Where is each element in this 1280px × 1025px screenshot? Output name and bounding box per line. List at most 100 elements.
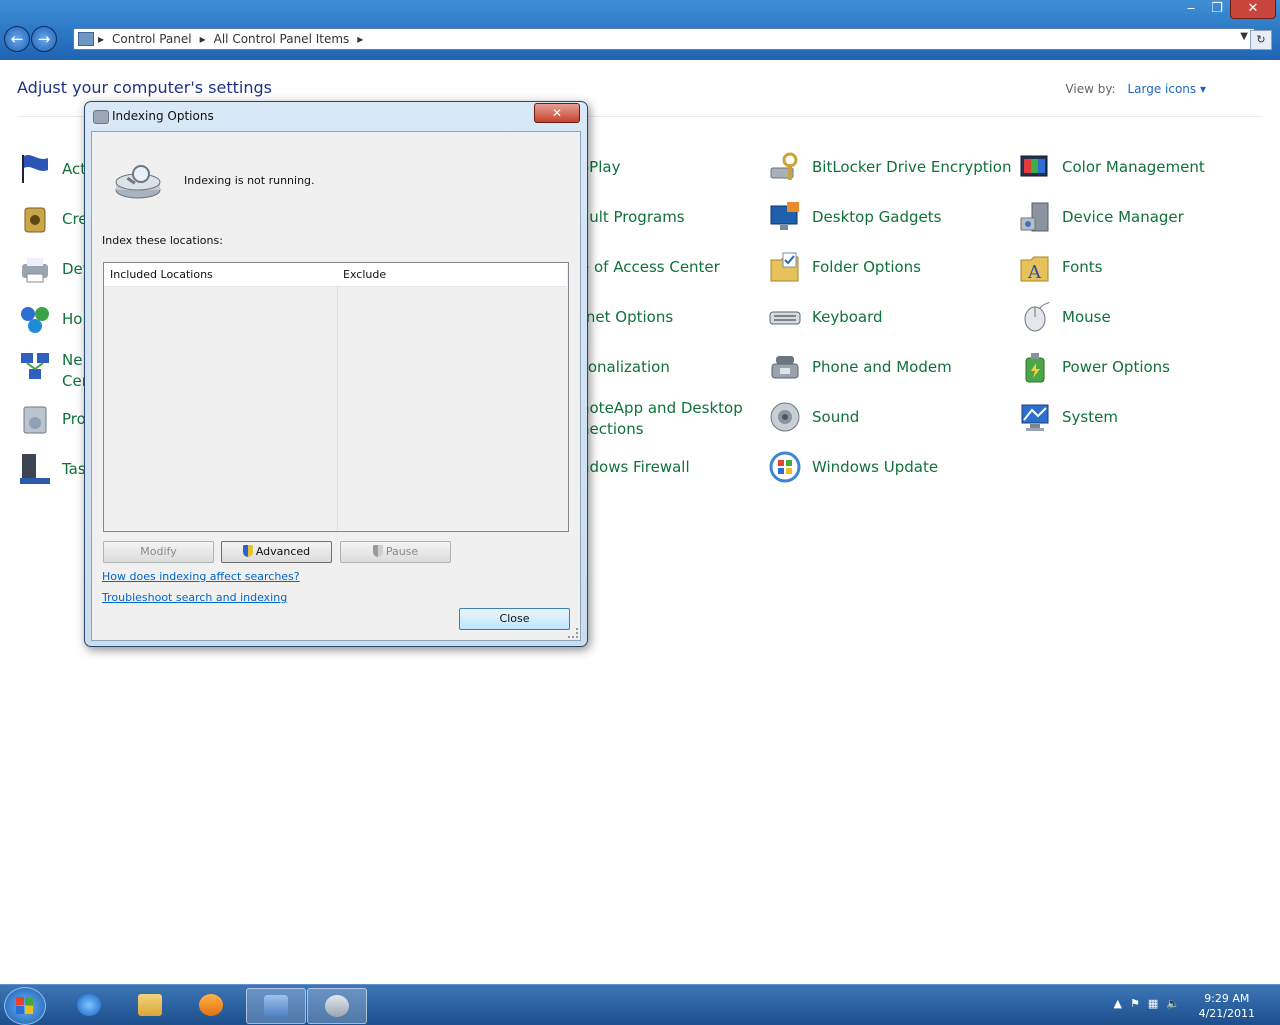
system-tray: ▲ ⚑ ▦ 🔈 [1114, 997, 1180, 1010]
control-panel-icon [264, 995, 288, 1017]
maximize-button[interactable]: ❐ [1204, 0, 1230, 18]
folder-options-icon [768, 250, 802, 284]
cp-item-default-programs[interactable]: ault Programs [580, 208, 685, 226]
credential-manager-icon [18, 202, 52, 236]
control-panel-icon [78, 32, 94, 46]
pause-button[interactable]: Pause [340, 541, 451, 563]
network-icon[interactable]: ▦ [1148, 997, 1158, 1010]
cp-item-desktop-gadgets[interactable]: Desktop Gadgets [768, 200, 941, 234]
cp-item-remoteapp[interactable]: noteApp and Desktop nections [580, 398, 743, 440]
back-arrow-icon[interactable]: ← [4, 26, 30, 52]
clock[interactable]: 9:29 AM 4/21/2011 [1199, 991, 1255, 1021]
dialog-body: Indexing is not running. Index these loc… [91, 131, 581, 641]
chevron-down-icon[interactable]: ▼ [1240, 31, 1248, 42]
mouse-icon [1018, 300, 1052, 334]
address-bar[interactable]: ▸ Control Panel ▸ All Control Panel Item… [73, 28, 1255, 50]
column-header-exclude[interactable]: Exclude [338, 263, 567, 287]
keyboard-icon [768, 300, 802, 334]
system-icon [1018, 400, 1052, 434]
breadcrumb-all-items[interactable]: All Control Panel Items [214, 32, 350, 46]
breadcrumb: ▸ Control Panel ▸ All Control Panel Item… [98, 32, 364, 46]
minimize-button[interactable]: ‒ [1178, 0, 1204, 18]
show-hidden-icons-icon[interactable]: ▲ [1114, 997, 1122, 1010]
taskbar-explorer[interactable] [121, 988, 179, 1022]
svg-text:A: A [1027, 262, 1042, 283]
action-center-flag-icon[interactable]: ⚑ [1130, 997, 1140, 1010]
bitlocker-icon [768, 150, 802, 184]
dialog-title: Indexing Options [112, 109, 214, 123]
taskbar-control-panel[interactable] [246, 988, 306, 1024]
cp-item-phone-modem[interactable]: Phone and Modem [768, 350, 952, 384]
sound-icon [768, 400, 802, 434]
cp-item-action-center[interactable]: Act [18, 152, 86, 186]
page-title: Adjust your computer's settings [17, 78, 272, 97]
homegroup-icon [18, 302, 52, 336]
forward-arrow-icon[interactable]: → [31, 26, 57, 52]
close-button[interactable]: Close [459, 608, 570, 630]
taskbar-media-player[interactable] [182, 988, 240, 1022]
taskbar-icon [18, 452, 52, 486]
cp-item-network-sharing[interactable]: Ne Cer [18, 350, 88, 392]
breadcrumb-control-panel[interactable]: Control Panel [112, 32, 192, 46]
action-center-flag-icon [18, 152, 52, 186]
column-divider [337, 286, 338, 531]
network-icon [18, 350, 52, 384]
cp-item-credential-manager[interactable]: Cre [18, 202, 88, 236]
index-locations-label: Index these locations: [102, 234, 223, 247]
cp-item-windows-firewall[interactable]: ndows Firewall [580, 458, 690, 476]
resize-grip[interactable] [568, 628, 578, 638]
folder-icon [138, 994, 162, 1016]
cp-item-system[interactable]: System [1018, 400, 1118, 434]
cp-item-keyboard[interactable]: Keyboard [768, 300, 883, 334]
taskbar-indexing-options[interactable] [307, 988, 367, 1024]
taskbar-internet-explorer[interactable] [60, 988, 118, 1022]
indexing-disk-icon [93, 110, 109, 124]
view-by-dropdown[interactable]: Large icons ▾ [1127, 82, 1206, 96]
view-by: View by: Large icons ▾ [1065, 82, 1206, 96]
cp-item-color-management[interactable]: Color Management [1018, 150, 1205, 184]
color-management-icon [1018, 150, 1052, 184]
indexing-disk-icon [114, 164, 162, 200]
included-locations-list[interactable]: Included Locations Exclude [103, 262, 569, 532]
window-controls: ‒ ❐ ✕ [1178, 0, 1276, 19]
cp-item-internet-options[interactable]: rnet Options [580, 308, 673, 326]
cp-item-mouse[interactable]: Mouse [1018, 300, 1111, 334]
troubleshoot-link[interactable]: Troubleshoot search and indexing [102, 591, 287, 604]
taskbar: ▲ ⚑ ▦ 🔈 9:29 AM 4/21/2011 [0, 984, 1280, 1025]
clock-time: 9:29 AM [1204, 992, 1250, 1005]
column-header-included[interactable]: Included Locations [104, 263, 344, 287]
windows-start-icon[interactable] [4, 987, 46, 1025]
power-options-icon [1018, 350, 1052, 384]
cp-item-homegroup[interactable]: Ho [18, 302, 82, 336]
device-manager-icon [1018, 200, 1052, 234]
cp-item-taskbar[interactable]: Tas [18, 452, 86, 486]
windows-update-icon [768, 450, 802, 484]
window-titlebar: ‒ ❐ ✕ ← → ▸ Control Panel ▸ All Control … [0, 0, 1280, 60]
indexing-disk-icon [325, 995, 349, 1017]
volume-icon[interactable]: 🔈 [1166, 997, 1180, 1010]
fonts-icon: A [1018, 250, 1052, 284]
cp-item-ease-of-access[interactable]: e of Access Center [580, 258, 720, 276]
close-window-button[interactable]: ✕ [1230, 0, 1276, 19]
cp-item-fonts[interactable]: A Fonts [1018, 250, 1102, 284]
cp-item-windows-update[interactable]: Windows Update [768, 450, 938, 484]
clock-date: 4/21/2011 [1198, 1007, 1255, 1020]
modify-button[interactable]: Modify [103, 541, 214, 563]
indexing-status: Indexing is not running. [184, 174, 315, 187]
cp-item-device-manager[interactable]: Device Manager [1018, 200, 1184, 234]
cp-item-devices-printers[interactable]: Dev [18, 252, 92, 286]
shield-icon [242, 545, 253, 557]
dialog-close-button[interactable]: ✕ [534, 103, 580, 123]
advanced-button[interactable]: Advanced [221, 541, 332, 563]
refresh-icon[interactable]: ↻ [1250, 30, 1272, 50]
indexing-help-link[interactable]: How does indexing affect searches? [102, 570, 300, 583]
cp-item-bitlocker[interactable]: BitLocker Drive Encryption [768, 150, 1011, 184]
cp-item-sound[interactable]: Sound [768, 400, 859, 434]
phone-modem-icon [768, 350, 802, 384]
internet-explorer-icon [77, 994, 101, 1016]
cp-item-personalization[interactable]: sonalization [580, 358, 670, 376]
cp-item-folder-options[interactable]: Folder Options [768, 250, 921, 284]
cp-item-programs[interactable]: Pro [18, 402, 86, 436]
desktop-gadgets-icon [768, 200, 802, 234]
cp-item-power-options[interactable]: Power Options [1018, 350, 1170, 384]
